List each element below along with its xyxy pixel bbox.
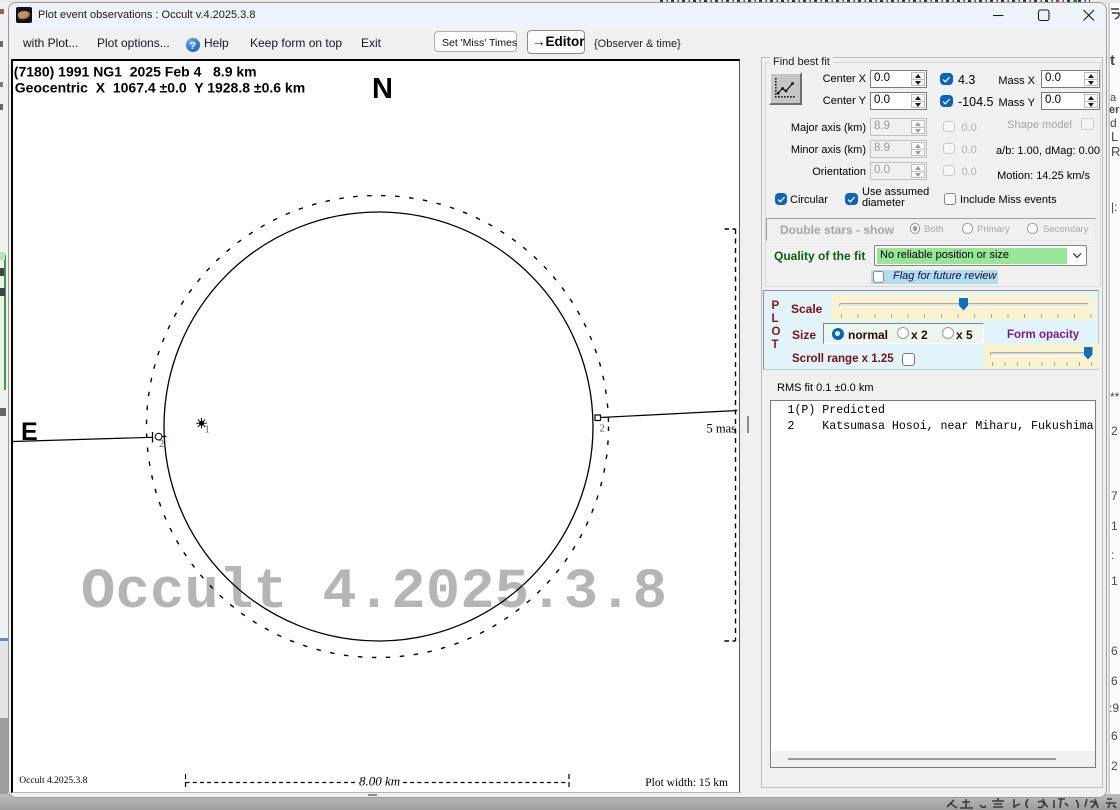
- svg-text:5 mas: 5 mas: [706, 422, 736, 436]
- svg-text:Plot width: 15 km: Plot width: 15 km: [645, 777, 728, 789]
- svg-text:Occult 4.2025.3.8: Occult 4.2025.3.8: [81, 561, 667, 625]
- svg-text:Geocentric X 1067.4 ±0.0 Y: Geocentric X 1067.4 ±0.0 Y 1928.8 ±0.6 k…: [15, 79, 305, 95]
- svg-text:2: 2: [600, 424, 605, 435]
- svg-text:1: 1: [205, 425, 210, 436]
- svg-text:Occult 4.2025.3.8: Occult 4.2025.3.8: [19, 776, 87, 786]
- svg-text:E: E: [21, 418, 38, 446]
- svg-text:8.00 km: 8.00 km: [359, 774, 400, 789]
- svg-text:N: N: [372, 73, 393, 105]
- svg-text:2: 2: [159, 439, 164, 450]
- svg-text:(7180) 1991 NG1 2025 Feb 4: (7180) 1991 NG1 2025 Feb 4 8.9 km: [14, 63, 257, 79]
